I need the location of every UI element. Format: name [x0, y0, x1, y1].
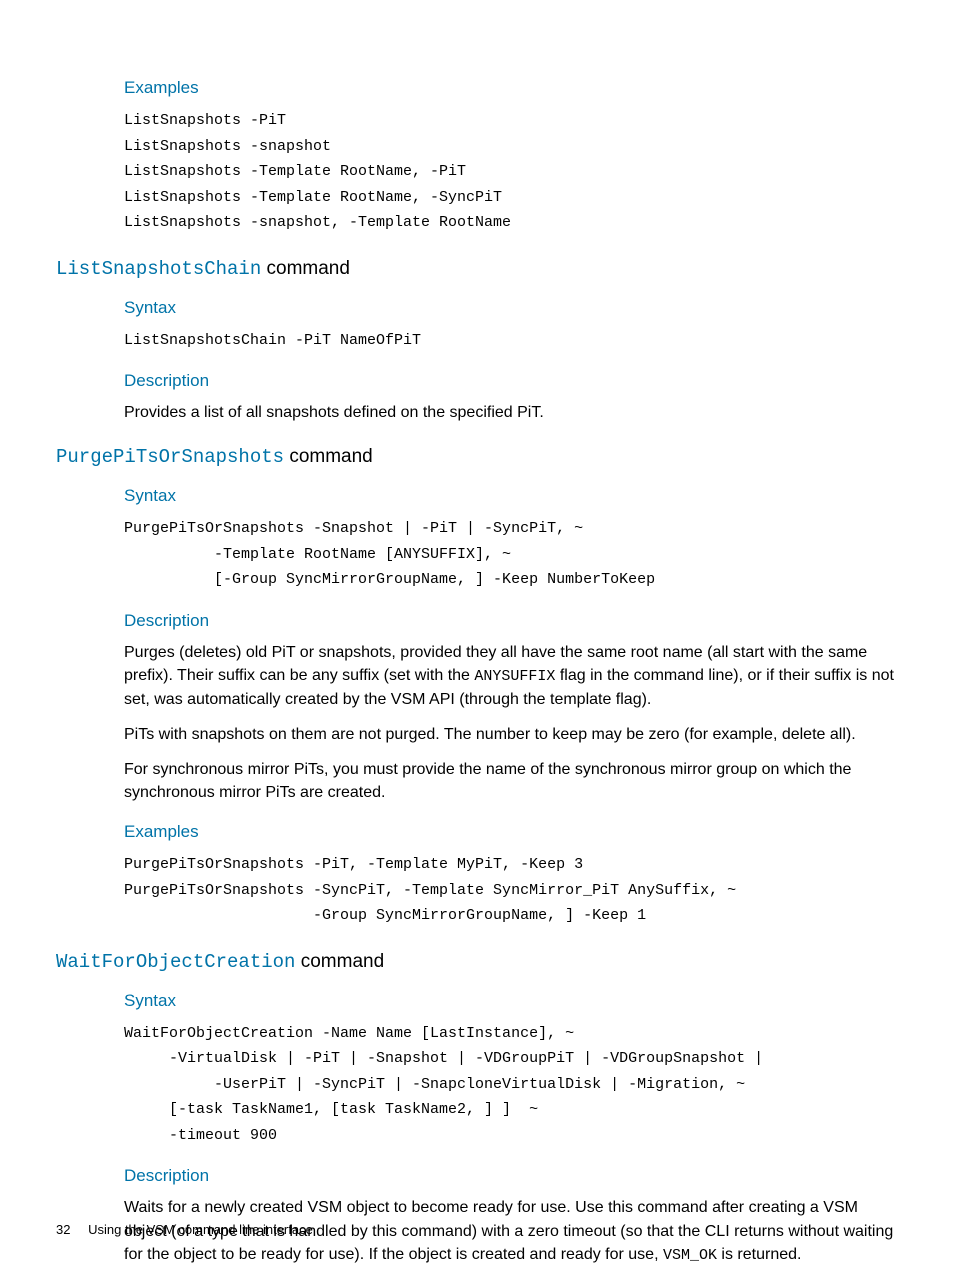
command-name: WaitForObjectCreation [56, 951, 295, 973]
syntax-heading: Syntax [124, 991, 898, 1011]
command-word: command [284, 446, 373, 467]
code-block: PurgePiTsOrSnapshots -Snapshot | -PiT | … [124, 516, 898, 593]
section-wait-for-object-creation: WaitForObjectCreation command Syntax Wai… [56, 951, 898, 1267]
description-heading: Description [124, 1166, 898, 1186]
section-title: ListSnapshotsChain command [56, 258, 898, 280]
syntax-heading: Syntax [124, 298, 898, 318]
examples-heading: Examples [124, 78, 898, 98]
description-body: For synchronous mirror PiTs, you must pr… [124, 758, 898, 804]
inline-code: ANYSUFFIX [474, 668, 555, 685]
description-body: Purges (deletes) old PiT or snapshots, p… [124, 641, 898, 711]
section-title: WaitForObjectCreation command [56, 951, 898, 973]
code-block: PurgePiTsOrSnapshots -PiT, -Template MyP… [124, 852, 898, 929]
description-heading: Description [124, 611, 898, 631]
command-word: command [261, 258, 350, 279]
section-list-snapshots-chain: ListSnapshotsChain command Syntax ListSn… [56, 258, 898, 425]
syntax-heading: Syntax [124, 486, 898, 506]
page-number: 32 [56, 1222, 70, 1237]
examples-heading: Examples [124, 822, 898, 842]
section-list-snapshots-examples: Examples ListSnapshots -PiT ListSnapshot… [124, 78, 898, 236]
inline-code: VSM_OK [663, 1247, 717, 1264]
section-purge-pits-or-snapshots: PurgePiTsOrSnapshots command Syntax Purg… [56, 446, 898, 929]
description-body: PiTs with snapshots on them are not purg… [124, 723, 898, 746]
code-block: ListSnapshotsChain -PiT NameOfPiT [124, 328, 898, 354]
description-body: Provides a list of all snapshots defined… [124, 401, 898, 424]
description-heading: Description [124, 371, 898, 391]
text-run: is returned. [717, 1246, 801, 1263]
command-name: PurgePiTsOrSnapshots [56, 446, 284, 468]
code-block: ListSnapshots -PiT ListSnapshots -snapsh… [124, 108, 898, 236]
chapter-title: Using the VSM command line interface [88, 1222, 313, 1237]
command-name: ListSnapshotsChain [56, 258, 261, 280]
section-title: PurgePiTsOrSnapshots command [56, 446, 898, 468]
page-footer: 32 Using the VSM command line interface [56, 1222, 313, 1237]
command-word: command [295, 951, 384, 972]
code-block: WaitForObjectCreation -Name Name [LastIn… [124, 1021, 898, 1149]
